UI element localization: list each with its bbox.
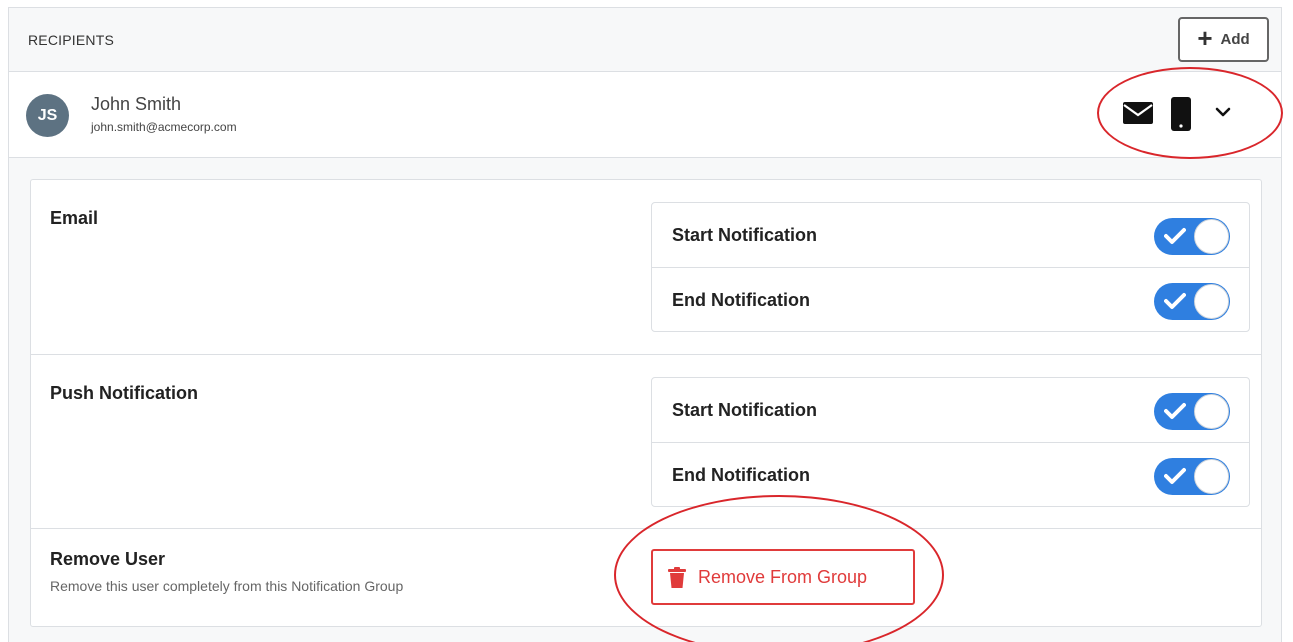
- toggle-label: End Notification: [672, 465, 810, 485]
- plus-icon: +: [1197, 23, 1213, 53]
- email-section: Email Start Notification End Notificatio…: [31, 180, 1261, 355]
- toggle-knob: [1194, 459, 1229, 494]
- notification-settings-card: Email Start Notification End Notificatio…: [30, 179, 1262, 627]
- remove-user-section: Remove User Remove this user completely …: [31, 529, 1261, 628]
- push-end-toggle[interactable]: [1154, 458, 1230, 495]
- recipients-panel: RECIPIENTS + Add JS John Smith john.smit…: [8, 7, 1282, 642]
- check-icon: [1164, 403, 1186, 419]
- check-icon: [1164, 293, 1186, 309]
- toggle-row: End Notification: [652, 268, 1249, 333]
- section-title-email: Email: [50, 208, 99, 228]
- trash-icon: [668, 566, 686, 588]
- toggle-row: Start Notification: [652, 203, 1249, 268]
- push-toggle-group: Start Notification End Notification: [651, 377, 1250, 507]
- recipient-details: Email Start Notification End Notificatio…: [9, 158, 1281, 642]
- panel-title: RECIPIENTS: [28, 32, 115, 48]
- chevron-down-icon[interactable]: [1215, 106, 1231, 118]
- toggle-label: Start Notification: [672, 400, 818, 420]
- avatar: JS: [26, 94, 69, 137]
- mail-icon[interactable]: [1123, 102, 1153, 124]
- toggle-label: End Notification: [672, 290, 810, 310]
- toggle-knob: [1194, 219, 1229, 254]
- email-end-toggle[interactable]: [1154, 283, 1230, 320]
- email-toggle-group: Start Notification End Notification: [651, 202, 1250, 332]
- email-start-toggle[interactable]: [1154, 218, 1230, 255]
- phone-icon[interactable]: [1171, 97, 1191, 131]
- add-recipient-button[interactable]: + Add: [1178, 17, 1269, 62]
- recipient-row[interactable]: JS John Smith john.smith@acmecorp.com: [9, 72, 1281, 158]
- check-icon: [1164, 228, 1186, 244]
- remove-button-label: Remove From Group: [698, 566, 868, 587]
- remove-user-title: Remove User: [50, 549, 166, 569]
- add-button-label: Add: [1220, 31, 1250, 48]
- contact-methods: [1101, 72, 1281, 158]
- toggle-knob: [1194, 394, 1229, 429]
- remove-user-description: Remove this user completely from this No…: [50, 578, 404, 594]
- toggle-row: Start Notification: [652, 378, 1249, 443]
- remove-from-group-button[interactable]: Remove From Group: [651, 549, 915, 605]
- check-icon: [1164, 468, 1186, 484]
- push-start-toggle[interactable]: [1154, 393, 1230, 430]
- push-section: Push Notification Start Notification End…: [31, 355, 1261, 529]
- toggle-label: Start Notification: [672, 225, 818, 245]
- section-title-push: Push Notification: [50, 383, 198, 403]
- toggle-knob: [1194, 284, 1229, 319]
- toggle-row: End Notification: [652, 443, 1249, 508]
- panel-header: RECIPIENTS + Add: [9, 8, 1281, 72]
- recipient-name: John Smith: [91, 94, 182, 114]
- recipient-email: john.smith@acmecorp.com: [91, 120, 237, 134]
